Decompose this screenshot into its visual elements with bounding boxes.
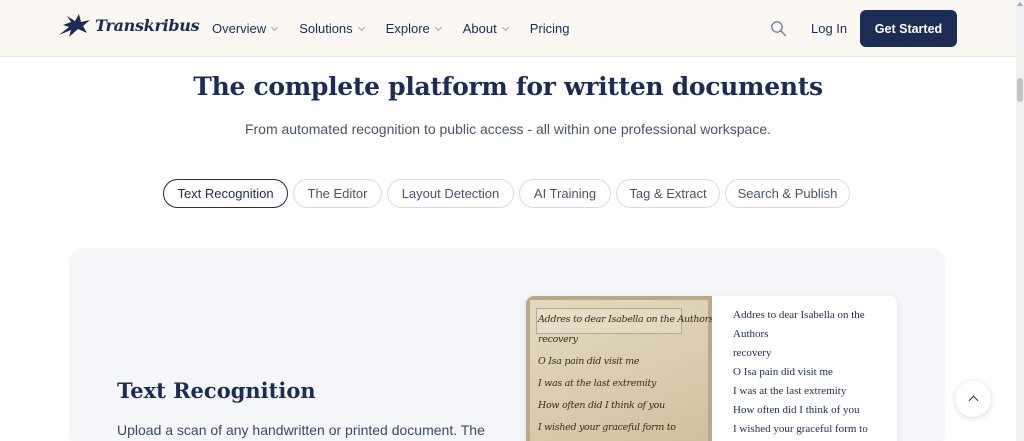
chevron-down-icon bbox=[501, 23, 509, 31]
top-navigation: Transkribus Overview Solutions Explore A… bbox=[0, 0, 1016, 57]
chevron-up-icon bbox=[968, 395, 979, 406]
chevron-down-icon bbox=[434, 23, 442, 31]
nav-item-solutions[interactable]: Solutions bbox=[299, 21, 365, 36]
transcription-line: recovery bbox=[733, 347, 772, 359]
login-link[interactable]: Log In bbox=[811, 21, 847, 36]
back-to-top-button[interactable] bbox=[955, 381, 991, 417]
nav-item-label: Solutions bbox=[299, 21, 353, 36]
nav-item-label: Pricing bbox=[529, 21, 570, 36]
search-icon bbox=[771, 21, 787, 37]
tab-layout-detection[interactable]: Layout Detection bbox=[387, 179, 514, 208]
page-scrollbar[interactable] bbox=[1016, 0, 1024, 441]
tab-the-editor[interactable]: The Editor bbox=[293, 179, 382, 208]
page-subtitle: From automated recognition to public acc… bbox=[244, 121, 772, 137]
feature-description: Upload a scan of any handwritten or prin… bbox=[117, 422, 485, 438]
tab-tag-extract[interactable]: Tag & Extract bbox=[616, 179, 720, 208]
nav-item-pricing[interactable]: Pricing bbox=[530, 21, 570, 36]
manuscript-line: Addres to dear Isabella on the Authors bbox=[538, 314, 712, 325]
nav-item-about[interactable]: About bbox=[462, 21, 509, 36]
search-button[interactable] bbox=[770, 20, 787, 37]
manuscript-line: I was at the last extremity bbox=[538, 378, 657, 389]
nav-item-label: Overview bbox=[212, 21, 267, 36]
nav-item-overview[interactable]: Overview bbox=[212, 21, 279, 36]
manuscript-line: How often did I think of you bbox=[538, 400, 665, 411]
tab-ai-training[interactable]: AI Training bbox=[519, 179, 611, 208]
main-menu: Overview Solutions Explore About Pricing bbox=[212, 0, 591, 57]
tab-search-publish[interactable]: Search & Publish bbox=[725, 179, 850, 208]
page-title: The complete platform for written docume… bbox=[193, 72, 823, 101]
transcription-preview-card: Addres to dear Isabella on the Authors r… bbox=[526, 296, 897, 441]
transcription-line: O Isa pain did visit me bbox=[733, 366, 833, 378]
scroll-up-arrow-icon[interactable] bbox=[1017, 2, 1023, 6]
manuscript-line: recovery bbox=[538, 334, 578, 345]
feature-tabs: Text Recognition The Editor Layout Detec… bbox=[163, 179, 855, 208]
manuscript-line: O Isa pain did visit me bbox=[538, 356, 640, 367]
manuscript-line: I wished your graceful form to bbox=[538, 422, 676, 433]
nav-item-explore[interactable]: Explore bbox=[385, 21, 442, 36]
brand-name: Transkribus bbox=[95, 15, 200, 35]
transcription-line: I was at the last extremity bbox=[733, 385, 847, 397]
nav-item-label: Explore bbox=[385, 21, 430, 36]
transcription-text: Addres to dear Isabella on the Authors r… bbox=[733, 306, 893, 439]
tab-text-recognition[interactable]: Text Recognition bbox=[163, 179, 288, 208]
chevron-down-icon bbox=[357, 23, 365, 31]
transcription-line: Authors bbox=[733, 328, 769, 340]
transcription-line: How often did I think of you bbox=[733, 404, 860, 416]
get-started-button[interactable]: Get Started bbox=[860, 10, 957, 47]
manuscript-page: Addres to dear Isabella on the Authors r… bbox=[530, 300, 712, 441]
transcription-line: I wished your graceful form to bbox=[733, 423, 868, 435]
chevron-down-icon bbox=[271, 23, 279, 31]
scrollbar-thumb[interactable] bbox=[1017, 78, 1023, 102]
feature-title: Text Recognition bbox=[117, 378, 316, 403]
brand-logo[interactable]: Transkribus bbox=[57, 11, 200, 39]
transcription-line: Addres to dear Isabella on the bbox=[733, 309, 865, 321]
manuscript-scan-image: Addres to dear Isabella on the Authors r… bbox=[526, 296, 712, 441]
brand-bird-icon bbox=[59, 14, 90, 37]
nav-item-label: About bbox=[462, 21, 497, 36]
